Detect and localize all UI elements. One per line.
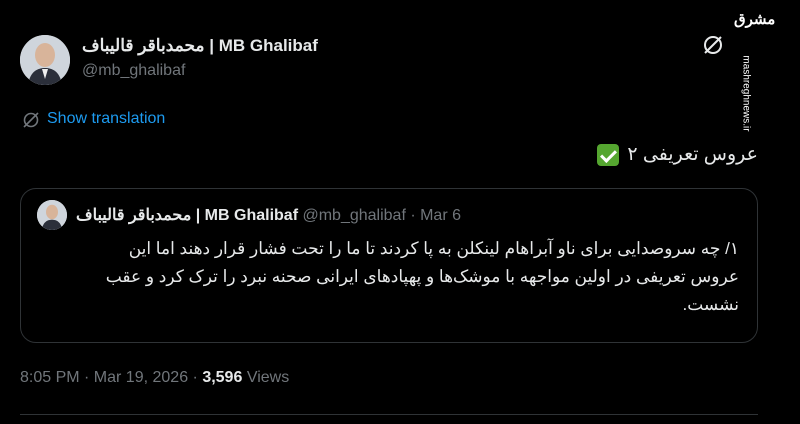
tweet-text-content: عروس تعریفی ۲	[627, 144, 758, 165]
show-translation-link[interactable]: Show translation	[47, 110, 165, 128]
tweet-meta: 8:05 PM · Mar 19, 2026 · 3,596 Views	[20, 369, 289, 387]
translate-icon	[22, 111, 40, 129]
check-mark-icon	[597, 143, 620, 166]
quoted-meta: @mb_ghalibaf · Mar 6	[302, 207, 461, 224]
divider	[20, 414, 758, 415]
watermark-url-text: mashreghnews.ir	[740, 55, 752, 132]
quoted-header: محمدباقر قالیباف | MB Ghalibaf @mb_ghali…	[76, 205, 461, 225]
meta-separator: ·	[188, 369, 203, 386]
quoted-line: ۱/ چه سروصدایی برای ناو آبراهام لینکلن ب…	[128, 239, 739, 258]
quoted-author-avatar	[37, 200, 67, 230]
views-count: 3,596	[202, 369, 243, 386]
author-handle[interactable]: @mb_ghalibaf	[82, 62, 185, 80]
quoted-line: عروس تعریفی در اولین مواجهه با موشک‌ها و…	[105, 267, 739, 286]
grok-icon[interactable]	[702, 34, 724, 56]
quoted-author-name: محمدباقر قالیباف | MB Ghalibaf	[76, 207, 299, 224]
watermark-logo: مشرق	[734, 10, 776, 28]
quoted-tweet-text: ۱/ چه سروصدایی برای ناو آبراهام لینکلن ب…	[49, 235, 739, 319]
author-display-name[interactable]: محمدباقر قالیباف | MB Ghalibaf	[82, 36, 318, 56]
quoted-tweet-card[interactable]: محمدباقر قالیباف | MB Ghalibaf @mb_ghali…	[20, 188, 758, 343]
views-label: Views	[246, 369, 290, 386]
author-avatar[interactable]	[20, 35, 70, 85]
watermark-url: mashreghnews.ir	[736, 55, 762, 131]
tweet-text: عروس تعریفی ۲	[597, 143, 758, 166]
quoted-line: نشست.	[682, 295, 739, 314]
timestamp[interactable]: 8:05 PM · Mar 19, 2026	[20, 369, 188, 386]
